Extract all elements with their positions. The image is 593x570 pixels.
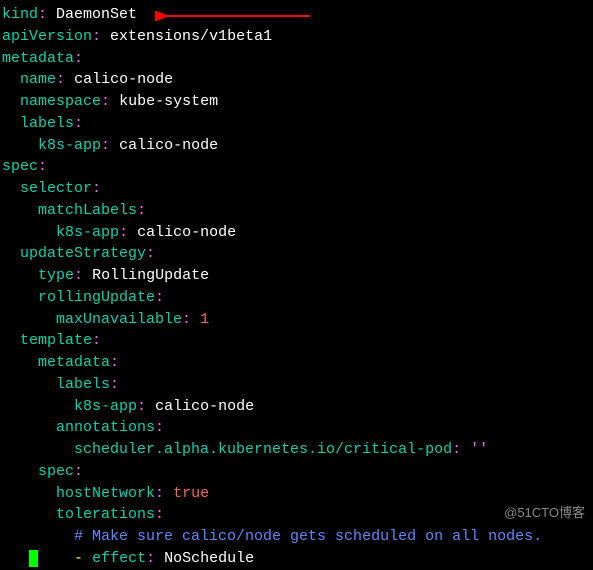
- yaml-line: spec:: [2, 156, 591, 178]
- yaml-value: calico-node: [155, 398, 254, 415]
- yaml-key: type: [38, 267, 74, 284]
- yaml-line: k8s-app: calico-node: [2, 222, 591, 244]
- yaml-line: kind: DaemonSet: [2, 4, 591, 26]
- terminal-yaml: kind: DaemonSet apiVersion: extensions/v…: [2, 4, 591, 570]
- yaml-line: metadata:: [2, 48, 591, 70]
- yaml-key: spec: [38, 463, 74, 480]
- yaml-line: namespace: kube-system: [2, 91, 591, 113]
- yaml-value: DaemonSet: [56, 6, 137, 23]
- yaml-value: kube-system: [119, 93, 218, 110]
- yaml-value: RollingUpdate: [92, 267, 209, 284]
- yaml-line: type: RollingUpdate: [2, 265, 591, 287]
- yaml-line: template:: [2, 330, 591, 352]
- yaml-value: calico-node: [137, 224, 236, 241]
- yaml-line: labels:: [2, 374, 591, 396]
- yaml-key: labels: [56, 376, 110, 393]
- yaml-key: labels: [20, 115, 74, 132]
- yaml-key: metadata: [38, 354, 110, 371]
- yaml-key: scheduler.alpha.kubernetes.io/critical-p…: [74, 441, 452, 458]
- yaml-line: spec:: [2, 461, 591, 483]
- yaml-key: namespace: [20, 93, 101, 110]
- yaml-line: name: calico-node: [2, 69, 591, 91]
- yaml-key: effect: [92, 550, 146, 567]
- yaml-line: rollingUpdate:: [2, 287, 591, 309]
- yaml-value: calico-node: [119, 137, 218, 154]
- yaml-key: spec: [2, 158, 38, 175]
- yaml-key: matchLabels: [38, 202, 137, 219]
- cursor-icon: [29, 550, 38, 567]
- yaml-value: 1: [200, 311, 209, 328]
- yaml-line: updateStrategy:: [2, 243, 591, 265]
- yaml-key: template: [20, 332, 92, 349]
- yaml-comment: # Make sure calico/node gets scheduled o…: [74, 528, 542, 545]
- yaml-value: NoSchedule: [164, 550, 254, 567]
- watermark-text: @51CTO博客: [504, 504, 585, 523]
- yaml-line: k8s-app: calico-node: [2, 396, 591, 418]
- yaml-line: maxUnavailable: 1: [2, 309, 591, 331]
- yaml-line: apiVersion: extensions/v1beta1: [2, 26, 591, 48]
- yaml-value: '': [470, 441, 488, 458]
- yaml-line: hostNetwork: true: [2, 483, 591, 505]
- yaml-key: k8s-app: [38, 137, 101, 154]
- yaml-key: k8s-app: [56, 224, 119, 241]
- yaml-dash: -: [74, 550, 83, 567]
- yaml-key: metadata: [2, 50, 74, 67]
- yaml-line: labels:: [2, 113, 591, 135]
- yaml-key: apiVersion: [2, 28, 92, 45]
- yaml-value: calico-node: [74, 71, 173, 88]
- yaml-key: selector: [20, 180, 92, 197]
- yaml-line: selector:: [2, 178, 591, 200]
- yaml-key: kind: [2, 6, 38, 23]
- yaml-line: metadata:: [2, 352, 591, 374]
- yaml-key: updateStrategy: [20, 245, 146, 262]
- yaml-line: annotations:: [2, 417, 591, 439]
- yaml-key: hostNetwork: [56, 485, 155, 502]
- yaml-line: tolerations:: [2, 504, 591, 526]
- yaml-line: k8s-app: calico-node: [2, 135, 591, 157]
- yaml-key: annotations: [56, 419, 155, 436]
- yaml-key: maxUnavailable: [56, 311, 182, 328]
- yaml-line: scheduler.alpha.kubernetes.io/critical-p…: [2, 439, 591, 461]
- yaml-key: rollingUpdate: [38, 289, 155, 306]
- yaml-line: matchLabels:: [2, 200, 591, 222]
- yaml-line: # Make sure calico/node gets scheduled o…: [2, 526, 591, 548]
- yaml-key: tolerations: [56, 506, 155, 523]
- yaml-key: name: [20, 71, 56, 88]
- yaml-value: true: [173, 485, 209, 502]
- yaml-line: - effect: NoSchedule: [2, 548, 591, 570]
- yaml-value: extensions/v1beta1: [110, 28, 272, 45]
- yaml-key: k8s-app: [74, 398, 137, 415]
